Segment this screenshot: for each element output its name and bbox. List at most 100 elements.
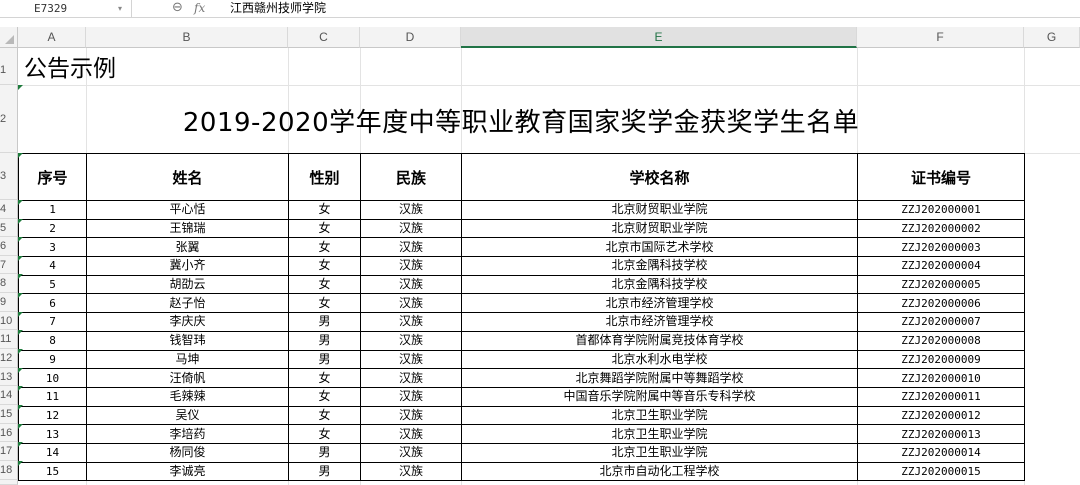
header-ethnicity[interactable]: 民族 [360, 153, 462, 201]
cell-name[interactable]: 冀小齐 [86, 256, 289, 276]
cell-name[interactable]: 马坤 [86, 349, 289, 370]
cell-name[interactable]: 赵子怡 [86, 293, 289, 314]
cell-index[interactable]: 7 [18, 312, 87, 332]
cell-certificate[interactable]: ZZJ202000011 [857, 386, 1025, 407]
cell-school[interactable]: 北京财贸职业学院 [461, 200, 858, 220]
cell-certificate[interactable]: ZZJ202000005 [857, 274, 1025, 295]
cell-school[interactable]: 中国音乐学院附属中等音乐专科学校 [461, 386, 858, 407]
select-all-corner[interactable] [0, 27, 18, 48]
cell-gender[interactable]: 男 [288, 349, 361, 370]
cell-certificate[interactable]: ZZJ202000001 [857, 200, 1025, 220]
cell-gender[interactable]: 女 [288, 200, 361, 220]
header-school[interactable]: 学校名称 [461, 153, 858, 201]
row-header[interactable]: 19 [0, 480, 18, 485]
cell-name[interactable]: 汪倚帆 [86, 368, 289, 388]
row-header[interactable]: 16 [0, 424, 18, 442]
cell-ethnicity[interactable]: 汉族 [360, 237, 462, 258]
cell-school[interactable]: 北京市经济管理学校 [461, 293, 858, 314]
row-header[interactable]: 6 [0, 237, 18, 256]
header-certificate[interactable]: 证书编号 [857, 153, 1025, 201]
column-header-d[interactable]: D [360, 27, 461, 48]
column-header-b[interactable]: B [86, 27, 288, 48]
row-header[interactable]: 7 [0, 256, 18, 274]
cell-name[interactable]: 李庆庆 [86, 312, 289, 332]
cell-ethnicity[interactable]: 汉族 [360, 386, 462, 407]
cell-name[interactable]: 张翼 [86, 237, 289, 258]
cell-index[interactable]: 5 [18, 274, 87, 295]
cell-gender[interactable]: 男 [288, 330, 361, 351]
cell-name[interactable]: 王锦瑞 [86, 218, 289, 239]
cell-ethnicity[interactable]: 汉族 [360, 349, 462, 370]
row-header[interactable]: 10 [0, 312, 18, 330]
cell-ethnicity[interactable]: 汉族 [360, 312, 462, 332]
cell-certificate[interactable]: ZZJ202000004 [857, 256, 1025, 276]
cell-name[interactable]: 毛辣辣 [86, 386, 289, 407]
cell-name[interactable]: 杨同俊 [86, 442, 289, 463]
cell-index[interactable]: 10 [18, 368, 87, 388]
row-header[interactable]: 14 [0, 386, 18, 405]
cell-index[interactable]: 6 [18, 293, 87, 314]
header-index[interactable]: 序号 [18, 153, 87, 201]
cell-certificate[interactable]: ZZJ202000013 [857, 424, 1025, 444]
cell-certificate[interactable]: ZZJ202000012 [857, 405, 1025, 426]
cell-certificate[interactable]: ZZJ202000007 [857, 312, 1025, 332]
chevron-down-icon[interactable]: ▾ [118, 0, 122, 17]
cell-certificate[interactable]: ZZJ202000003 [857, 237, 1025, 258]
cell-gender[interactable]: 男 [288, 442, 361, 463]
cell-index[interactable]: 15 [18, 461, 87, 482]
cell-index[interactable]: 12 [18, 405, 87, 426]
cell-school[interactable]: 北京金隅科技学校 [461, 274, 858, 295]
cell-ethnicity[interactable]: 汉族 [360, 274, 462, 295]
column-header-f[interactable]: F [857, 27, 1024, 48]
cell-gender[interactable]: 女 [288, 274, 361, 295]
cell-name[interactable]: 钱智玮 [86, 330, 289, 351]
cell-gender[interactable]: 女 [288, 405, 361, 426]
row-header[interactable]: 2 [0, 85, 18, 153]
cell-index[interactable]: 8 [18, 330, 87, 351]
cell-ethnicity[interactable]: 汉族 [360, 461, 462, 482]
cell-certificate[interactable]: ZZJ202000014 [857, 442, 1025, 463]
name-box[interactable]: E7329 [0, 0, 132, 17]
cell-certificate[interactable]: ZZJ202000002 [857, 218, 1025, 239]
cell-name[interactable]: 李培药 [86, 424, 289, 444]
column-header-c[interactable]: C [288, 27, 360, 48]
cell-ethnicity[interactable]: 汉族 [360, 424, 462, 444]
cell-name[interactable]: 平心恬 [86, 200, 289, 220]
row-header[interactable]: 18 [0, 461, 18, 480]
row-header[interactable]: 15 [0, 405, 18, 424]
cell-school[interactable]: 北京财贸职业学院 [461, 218, 858, 239]
cell-name[interactable]: 吴仪 [86, 405, 289, 426]
cell-gender[interactable]: 男 [288, 312, 361, 332]
column-header-g[interactable]: G [1024, 27, 1080, 48]
cell-school[interactable]: 北京卫生职业学院 [461, 424, 858, 444]
cell-index[interactable]: 13 [18, 424, 87, 444]
cell-school[interactable]: 北京卫生职业学院 [461, 442, 858, 463]
cell-certificate[interactable]: ZZJ202000008 [857, 330, 1025, 351]
row-header[interactable]: 8 [0, 274, 18, 293]
cell-school[interactable]: 首都体育学院附属竞技体育学校 [461, 330, 858, 351]
header-name[interactable]: 姓名 [86, 153, 289, 201]
cell-certificate[interactable]: ZZJ202000010 [857, 368, 1025, 388]
cell-ethnicity[interactable]: 汉族 [360, 405, 462, 426]
cell-gender[interactable]: 女 [288, 386, 361, 407]
cell-name[interactable]: 李诚亮 [86, 461, 289, 482]
row-header[interactable]: 11 [0, 330, 18, 349]
cell-ethnicity[interactable]: 汉族 [360, 218, 462, 239]
cell-ethnicity[interactable]: 汉族 [360, 442, 462, 463]
row-header[interactable]: 17 [0, 442, 18, 461]
formula-input[interactable]: 江西赣州技师学院 [230, 0, 326, 17]
cell-ethnicity[interactable]: 汉族 [360, 256, 462, 276]
cell-school[interactable]: 北京卫生职业学院 [461, 405, 858, 426]
row-header[interactable]: 4 [0, 200, 18, 219]
cell-certificate[interactable]: ZZJ202000009 [857, 349, 1025, 370]
cell-index[interactable]: 1 [18, 200, 87, 220]
column-header-e[interactable]: E [461, 27, 857, 48]
cell-gender[interactable]: 男 [288, 461, 361, 482]
cell-school[interactable]: 北京市自动化工程学校 [461, 461, 858, 482]
cell-gender[interactable]: 女 [288, 424, 361, 444]
cell-name[interactable]: 胡劭云 [86, 274, 289, 295]
cell-school[interactable]: 北京舞蹈学院附属中等舞蹈学校 [461, 368, 858, 388]
cell-index[interactable]: 9 [18, 349, 87, 370]
row-header[interactable]: 9 [0, 293, 18, 312]
row-header[interactable]: 12 [0, 349, 18, 368]
